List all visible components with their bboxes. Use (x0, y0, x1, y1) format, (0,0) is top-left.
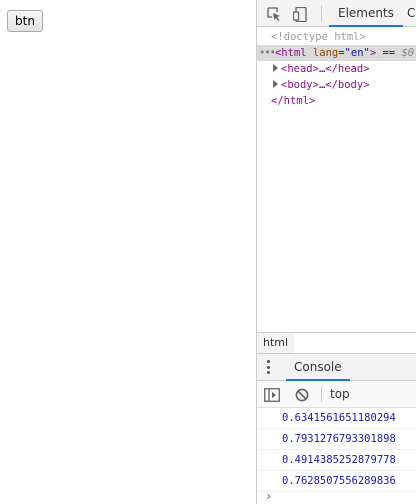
devtools-toolbar: Elements C (257, 0, 416, 27)
drawer-tab-console[interactable]: Console (286, 354, 350, 381)
console-message: 0.7628507556289836 (257, 471, 416, 492)
elements-dom-tree: <!doctype html> •••<html lang="en"> == $… (257, 27, 416, 332)
console-message: 0.6341561651180294 (257, 408, 416, 429)
body-open: <body> (281, 79, 319, 91)
toolbar-separator (321, 387, 322, 402)
tab-console-partial[interactable]: C (407, 0, 415, 27)
attr-name: lang (312, 47, 339, 59)
console-message: 0.4914385252879778 (257, 450, 416, 471)
body-close: </body> (325, 79, 370, 91)
html-node-selected[interactable]: •••<html lang="en"> == $0 (257, 45, 416, 61)
selection-var: $0 (401, 47, 415, 59)
console-message: 0.7931276793301898 (257, 429, 416, 450)
sidebar-toggle-icon[interactable] (264, 387, 280, 403)
tab-elements[interactable]: Elements (329, 0, 403, 27)
clear-console-icon[interactable] (294, 387, 310, 403)
head-close: </head> (325, 63, 370, 75)
breadcrumb-item-html[interactable]: html (257, 333, 295, 353)
html-close: </html> (271, 95, 316, 107)
body-node[interactable]: <body>…</body> (257, 77, 416, 93)
doctype-node[interactable]: <!doctype html> (257, 29, 416, 45)
drawer-tabbar: Console (257, 353, 416, 381)
console-toolbar: top (257, 381, 416, 408)
breadcrumb: html (257, 332, 416, 353)
console-messages: 0.6341561651180294 0.7931276793301898 0.… (257, 408, 416, 504)
context-selector[interactable]: top (330, 381, 350, 407)
console-prompt[interactable]: › (265, 488, 272, 504)
more-icon[interactable] (265, 360, 271, 374)
toolbar-separator (321, 5, 322, 22)
head-open: <head> (281, 63, 319, 75)
more-icon[interactable]: ••• (259, 47, 276, 59)
device-toggle-icon[interactable] (292, 6, 308, 22)
attr-value: "en" (344, 47, 370, 59)
page-button[interactable]: btn (7, 10, 43, 32)
expand-triangle-icon[interactable] (273, 64, 278, 72)
selection-eq: == (376, 47, 402, 59)
screen: btn Elements C <!doctype html> •••<html … (0, 0, 416, 504)
tag-name: html (281, 47, 307, 59)
head-node[interactable]: <head>…</head> (257, 61, 416, 77)
doctype-text: <!doctype html> (271, 31, 366, 43)
page-viewport: btn (0, 0, 256, 504)
devtools-panel: Elements C <!doctype html> •••<html lang… (256, 0, 416, 504)
expand-triangle-icon[interactable] (273, 80, 278, 88)
html-close-node[interactable]: </html> (257, 93, 416, 109)
inspect-icon[interactable] (266, 6, 282, 22)
